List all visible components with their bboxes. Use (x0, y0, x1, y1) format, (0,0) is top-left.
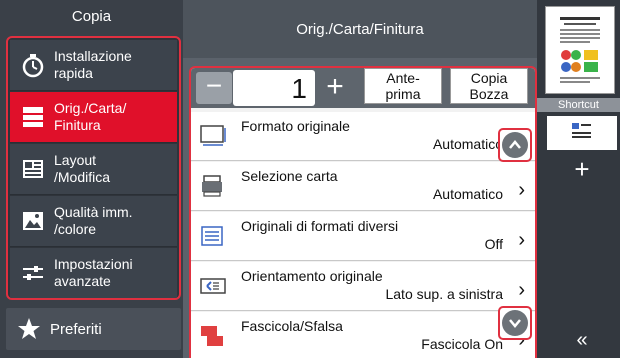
row-value: Fascicola On (421, 336, 503, 352)
favorites-button[interactable]: Preferiti (6, 308, 181, 350)
row-selezione-carta[interactable]: Selezione carta Automatico › (191, 162, 535, 211)
preview-button[interactable]: Ante- prima (364, 68, 442, 104)
menu-item-installazione-rapida[interactable]: Installazione rapida (10, 40, 177, 91)
scroll-up-button[interactable] (498, 128, 532, 162)
menu-item-label: Qualità imm. /colore (54, 204, 133, 237)
row-orientamento-originale[interactable]: Orientamento originale Lato sup. a sinis… (191, 262, 535, 311)
menu-item-layout-modifica[interactable]: Layout /Modifica (10, 144, 177, 195)
row-label: Originali di formati diversi (241, 218, 399, 234)
row-label: Fascicola/Sfalsa (241, 318, 343, 334)
sliders-icon (18, 258, 48, 288)
menu-item-impostazioni-avanzate[interactable]: Impostazioni avanzate (10, 248, 177, 298)
orientation-icon (199, 274, 227, 298)
row-value: Lato sup. a sinistra (385, 286, 503, 302)
row-label: Orientamento originale (241, 268, 383, 284)
row-value: Automatico (432, 186, 503, 202)
image-quality-icon (18, 206, 48, 236)
menu-item-orig-carta-finitura[interactable]: Orig./Carta/ Finitura (10, 92, 177, 143)
paper-tray-icon (199, 174, 227, 198)
shortcut-label: Shortcut (537, 98, 620, 112)
draft-copy-button[interactable]: Copia Bozza (450, 68, 528, 104)
mixed-originals-icon (199, 224, 227, 248)
row-label: Selezione carta (241, 168, 338, 184)
chevron-right-icon: › (518, 279, 525, 301)
layout-icon (18, 154, 48, 184)
document-preview-thumbnail[interactable] (545, 6, 615, 94)
function-menu: Installazione rapida Orig./Carta/ Finitu… (6, 36, 181, 300)
menu-item-label: Installazione rapida (54, 48, 132, 81)
scroll-down-button[interactable] (498, 306, 532, 340)
chevron-up-icon (502, 132, 528, 158)
row-fascicola-sfalsa[interactable]: Fascicola/Sfalsa Fascicola On › (191, 312, 535, 358)
collate-icon (199, 324, 227, 348)
row-label: Formato originale (241, 118, 350, 134)
original-size-icon (199, 124, 227, 148)
shortcut-button[interactable] (547, 116, 617, 150)
page-title: Orig./Carta/Finitura (183, 0, 537, 58)
function-title: Copia (0, 0, 183, 34)
copies-bar: − 1 + Ante- prima Copia Bozza (191, 68, 535, 108)
stopwatch-icon (18, 50, 48, 80)
shortcut-icon (570, 121, 594, 146)
settings-panel: − 1 + Ante- prima Copia Bozza Formato or… (189, 66, 537, 358)
collapse-panel-button[interactable]: « (547, 326, 617, 354)
menu-item-label: Layout /Modifica (54, 152, 111, 185)
document-stack-icon (18, 102, 48, 132)
left-panel: Copia Installazione rapida Orig./Carta/ … (0, 0, 183, 358)
row-value: Off (484, 236, 503, 252)
menu-item-qualita-imm-colore[interactable]: Qualità imm. /colore (10, 196, 177, 247)
decrease-copies-button[interactable]: − (196, 72, 232, 104)
add-shortcut-button[interactable]: + (547, 154, 617, 184)
row-formato-originale[interactable]: Formato originale Automatico (191, 112, 535, 161)
center-panel: Orig./Carta/Finitura − 1 + Ante- prima C… (183, 0, 537, 358)
row-value: Automatico (432, 136, 503, 152)
chevron-right-icon: › (518, 179, 525, 201)
menu-item-label: Impostazioni avanzate (54, 256, 133, 289)
chevron-right-icon: › (518, 229, 525, 251)
copies-count[interactable]: 1 (233, 70, 315, 106)
menu-item-label: Orig./Carta/ Finitura (54, 100, 127, 133)
right-panel: Shortcut + « (537, 0, 620, 358)
chevron-down-icon (502, 310, 528, 336)
row-originali-formati-diversi[interactable]: Originali di formati diversi Off › (191, 212, 535, 261)
star-icon (14, 314, 44, 344)
increase-copies-button[interactable]: + (317, 72, 353, 104)
favorites-label: Preferiti (50, 320, 102, 338)
